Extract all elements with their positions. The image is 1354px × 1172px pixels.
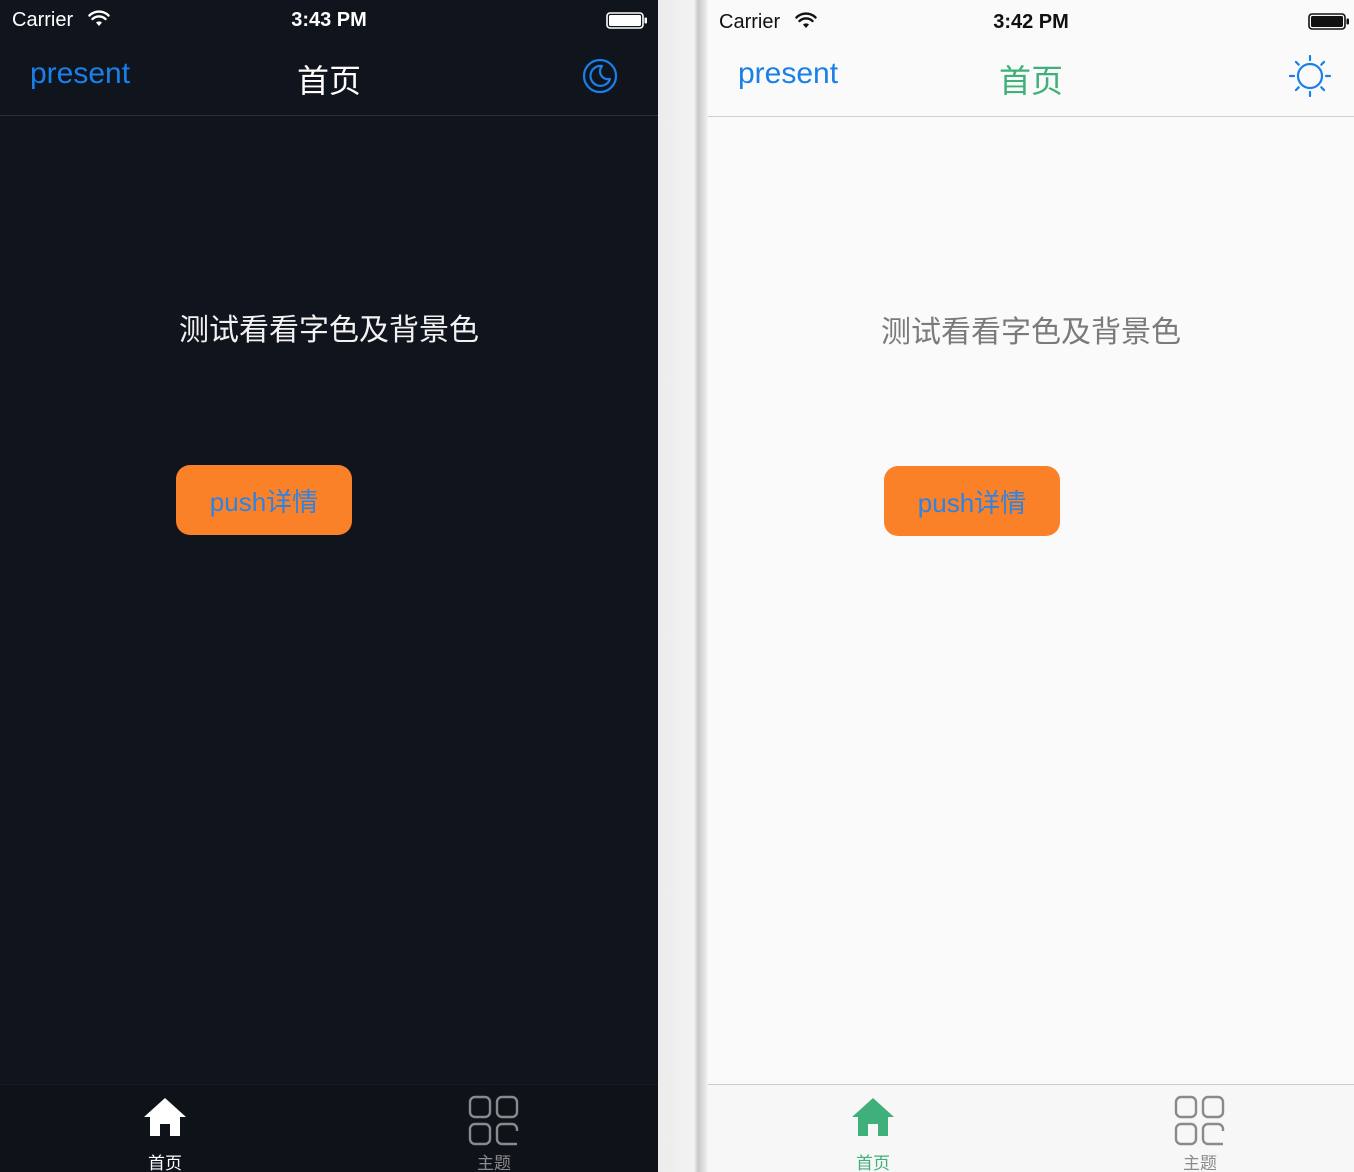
grid-icon xyxy=(468,1095,519,1146)
battery-full-icon xyxy=(606,12,647,29)
tab-home-label: 首页 xyxy=(148,1154,182,1172)
status-time: 3:43 PM xyxy=(291,9,367,31)
push-detail-button[interactable]: push详情 xyxy=(176,465,352,535)
grid-icon xyxy=(1174,1095,1225,1146)
tab-theme-label: 主题 xyxy=(477,1154,511,1172)
sun-icon[interactable] xyxy=(1288,54,1332,98)
home-icon xyxy=(144,1098,186,1136)
page-title: 首页 xyxy=(296,63,361,99)
battery-full-icon xyxy=(1308,13,1349,30)
page-title: 首页 xyxy=(998,63,1063,99)
status-bar: Carrier 3:42 PM xyxy=(708,0,1354,42)
navigation-bar: present 首页 xyxy=(0,42,658,116)
tab-home[interactable]: 首页 xyxy=(105,1085,225,1172)
tab-theme[interactable]: 主题 xyxy=(1140,1085,1260,1172)
status-bar: Carrier 3:43 PM xyxy=(0,0,658,42)
moon-icon[interactable] xyxy=(578,54,622,98)
tab-theme[interactable]: 主题 xyxy=(434,1085,554,1172)
tab-bar: 首页 主题 xyxy=(708,1084,1354,1172)
tab-bar: 首页 主题 xyxy=(0,1084,658,1172)
dark-theme-screen: Carrier 3:43 PM present 首页 测试看看字色及背景色 pu… xyxy=(0,0,658,1172)
screen-divider xyxy=(658,0,708,1172)
light-theme-screen: Carrier 3:42 PM present 首页 测试看看字色及背景色 pu… xyxy=(708,0,1354,1172)
tab-home-label: 首页 xyxy=(856,1154,890,1172)
push-detail-button[interactable]: push详情 xyxy=(884,466,1060,536)
status-time: 3:42 PM xyxy=(993,11,1069,33)
tab-home[interactable]: 首页 xyxy=(813,1085,933,1172)
home-icon xyxy=(852,1098,894,1136)
test-text-label: 测试看看字色及背景色 xyxy=(881,316,1181,349)
navigation-bar: present 首页 xyxy=(708,42,1354,117)
test-text-label: 测试看看字色及背景色 xyxy=(179,314,479,347)
tab-theme-label: 主题 xyxy=(1183,1154,1217,1172)
